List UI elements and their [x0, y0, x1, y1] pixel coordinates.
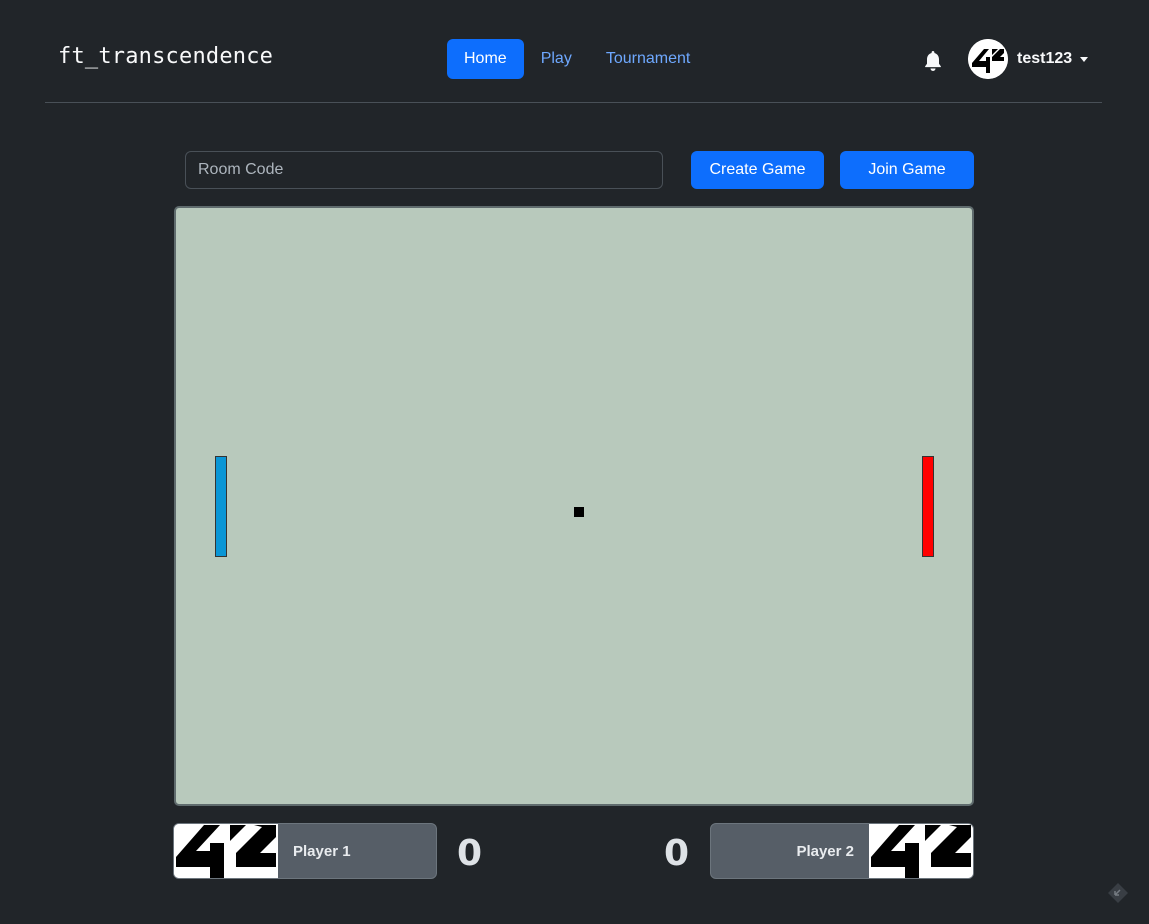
bell-icon[interactable] [921, 49, 945, 73]
nav-tournament[interactable]: Tournament [589, 39, 708, 79]
main-nav: Home Play Tournament [447, 39, 707, 79]
left-paddle [215, 456, 227, 557]
player-2-name: Player 2 [796, 842, 854, 860]
diamond-arrow-icon[interactable] [1106, 881, 1130, 905]
nav-play[interactable]: Play [524, 39, 589, 79]
join-game-button[interactable]: Join Game [840, 151, 974, 189]
nav-home[interactable]: Home [447, 39, 524, 79]
header-divider [45, 102, 1102, 103]
42-logo-icon [174, 824, 278, 878]
ball [574, 507, 584, 517]
42-logo-icon [869, 824, 973, 878]
game-board[interactable] [174, 206, 974, 806]
site-brand[interactable]: ft_transcendence [58, 44, 273, 69]
user-menu[interactable]: test123 [968, 39, 1089, 79]
player-2-score: 0 [664, 833, 690, 874]
right-paddle [922, 456, 934, 557]
player-1-score: 0 [457, 833, 483, 874]
player-1-card: Player 1 [173, 823, 437, 879]
create-game-button[interactable]: Create Game [691, 151, 824, 189]
player-2-card: Player 2 [710, 823, 974, 879]
player-1-name: Player 1 [293, 842, 351, 860]
42-logo-icon [968, 39, 1008, 79]
room-code-input[interactable] [185, 151, 663, 189]
username: test123 [1017, 50, 1073, 67]
chevron-down-icon [1080, 56, 1089, 62]
